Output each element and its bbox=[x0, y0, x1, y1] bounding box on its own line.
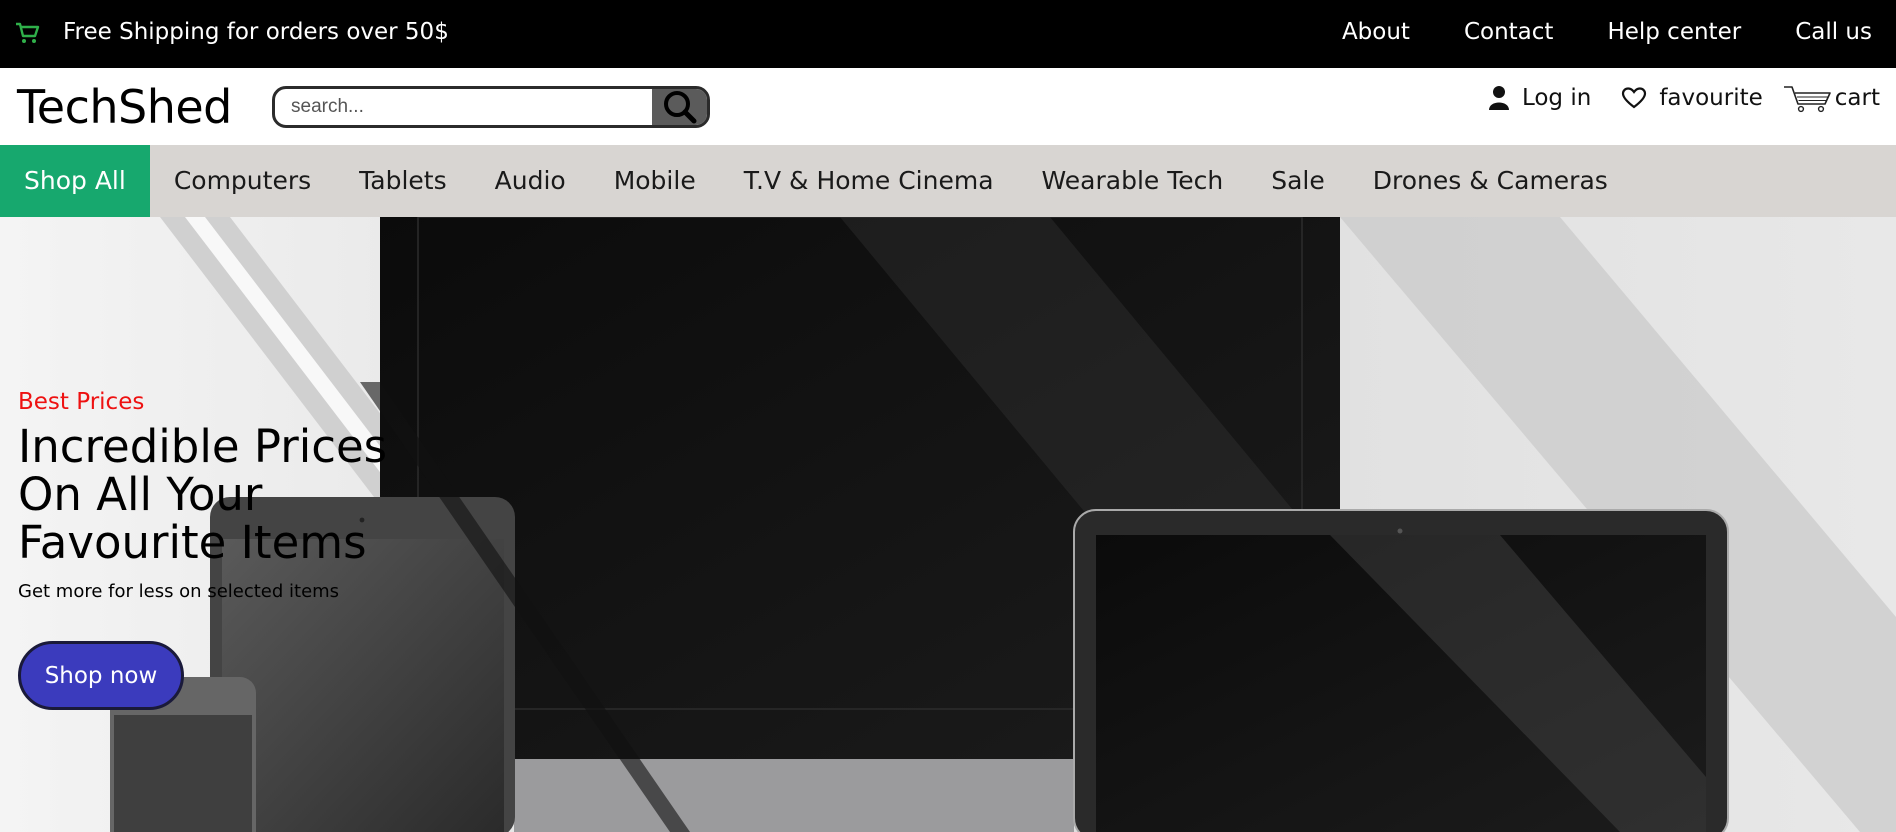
search-button[interactable] bbox=[652, 89, 707, 125]
top-links: About Contact Help center Call us bbox=[1288, 16, 1872, 48]
shop-now-button[interactable]: Shop now bbox=[18, 641, 184, 710]
hero-eyebrow: Best Prices bbox=[18, 389, 145, 415]
help-center-link[interactable]: Help center bbox=[1607, 16, 1741, 48]
category-wearable-tech[interactable]: Wearable Tech bbox=[1018, 145, 1248, 217]
category-shop-all[interactable]: Shop All bbox=[0, 145, 150, 217]
header-links: Log in favourite cart bbox=[1458, 82, 1880, 114]
category-sale[interactable]: Sale bbox=[1247, 145, 1349, 217]
heart-icon bbox=[1622, 87, 1647, 109]
header: TechShed Log in favourite bbox=[0, 68, 1896, 145]
category-nav: Shop All Computers Tablets Audio Mobile … bbox=[0, 145, 1896, 217]
contact-link[interactable]: Contact bbox=[1464, 16, 1553, 48]
cart-label: cart bbox=[1834, 85, 1880, 111]
hero-banner: Best Prices Incredible Prices On All You… bbox=[0, 217, 1896, 832]
category-tv-home-cinema[interactable]: T.V & Home Cinema bbox=[720, 145, 1018, 217]
logo[interactable]: TechShed bbox=[17, 79, 232, 135]
login-label: Log in bbox=[1521, 85, 1592, 111]
cart-icon bbox=[1783, 86, 1831, 113]
call-us-link[interactable]: Call us bbox=[1795, 16, 1872, 48]
about-link[interactable]: About bbox=[1342, 16, 1410, 48]
hero-subtext: Get more for less on selected items bbox=[18, 581, 340, 602]
shopping-cart-icon bbox=[16, 22, 40, 43]
category-mobile[interactable]: Mobile bbox=[590, 145, 720, 217]
top-bar: Free Shipping for orders over 50$ About … bbox=[0, 0, 1896, 68]
user-icon bbox=[1488, 86, 1509, 110]
category-drones-cameras[interactable]: Drones & Cameras bbox=[1349, 145, 1632, 217]
search-input[interactable] bbox=[275, 89, 655, 125]
cart-link[interactable]: cart bbox=[1783, 82, 1880, 114]
search-box bbox=[272, 86, 710, 128]
category-computers[interactable]: Computers bbox=[150, 145, 335, 217]
favourite-link[interactable]: favourite bbox=[1621, 82, 1763, 114]
category-tablets[interactable]: Tablets bbox=[335, 145, 470, 217]
category-audio[interactable]: Audio bbox=[471, 145, 590, 217]
hero-headline: Incredible Prices On All Your Favourite … bbox=[18, 420, 388, 569]
search-icon bbox=[663, 91, 696, 124]
favourite-label: favourite bbox=[1659, 85, 1763, 111]
login-link[interactable]: Log in bbox=[1488, 82, 1591, 114]
free-shipping-banner: Free Shipping for orders over 50$ bbox=[63, 19, 449, 45]
